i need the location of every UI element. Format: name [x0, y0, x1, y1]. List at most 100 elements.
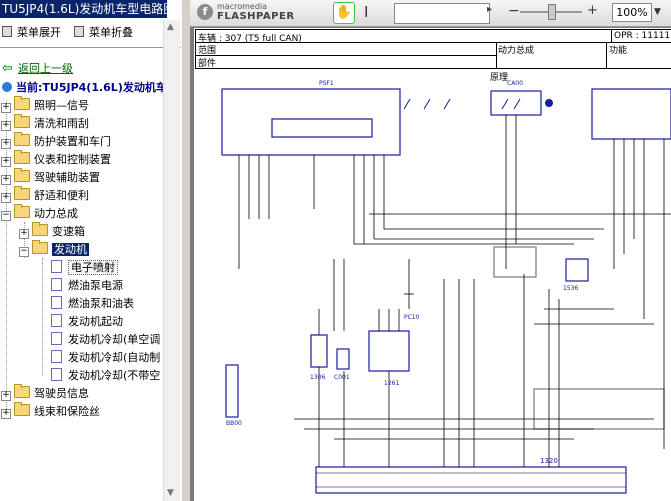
ecu-1320 [315, 466, 627, 494]
expand-icon[interactable]: + [1, 139, 11, 149]
label-bb00: BB00 [226, 420, 242, 427]
expand-icon[interactable]: + [1, 103, 11, 113]
tree-item-fuel-pump-gauge[interactable]: 燃油泵和油表 [51, 295, 134, 312]
text-select-button[interactable]: Ι [364, 3, 368, 21]
expand-icon[interactable]: + [1, 409, 11, 419]
label-pc10: PC10 [404, 314, 420, 321]
tree-item-protection[interactable]: + 防护装置和车门 [1, 132, 111, 150]
up-level-label: 返回上一级 [18, 62, 73, 75]
brand-name: FLASHPAPER [217, 11, 295, 22]
tree-item-wipers[interactable]: + 清洗和雨刮 [1, 114, 89, 132]
tree-item-driving-aids[interactable]: + 驾驶辅助装置 [1, 168, 100, 186]
tree-item-label: 发动机冷却(不带空 [68, 369, 161, 382]
expand-icon[interactable]: + [1, 157, 11, 167]
find-next-icon[interactable]: ▸ [487, 4, 499, 20]
tree-item-fuel-pump-power[interactable]: 燃油泵电源 [51, 277, 123, 294]
tree-item-driver-info[interactable]: + 驾驶员信息 [1, 384, 89, 402]
expand-all-button[interactable]: 菜单展开 [2, 26, 61, 40]
scroll-down-icon[interactable]: ▼ [167, 488, 174, 498]
label-1306: 1306 [310, 374, 325, 381]
expand-icon[interactable]: + [1, 175, 11, 185]
wiring-diagram[interactable]: PSF1 CA00 PC10 1536 1261 1306 C001 BB00 … [194, 69, 671, 501]
brand-small: macromedia [217, 2, 268, 11]
component-relay [493, 246, 537, 278]
flashpaper-logo-icon: f [197, 4, 213, 20]
tree-item-label: 燃油泵和油表 [68, 297, 134, 310]
tree-item-label: 发动机冷却(单空调 [68, 333, 161, 346]
fuse-box-psf1 [221, 88, 401, 156]
document-viewer: f macromedia FLASHPAPER ✋ Ι ▸ − + 100% ▼… [190, 0, 671, 501]
tree-item-label: 燃油泵电源 [68, 279, 123, 292]
tree-item-label: 发动机冷却(自动制 [68, 351, 161, 364]
up-level-link[interactable]: ⇦ 返回上一级 [2, 62, 73, 76]
nav-panel: TU5JP4(1.6L)发动机车型电路图 菜单展开 菜单折叠 ⇦ 返回上一级 当前… [0, 0, 181, 501]
zoom-value[interactable]: 100% [612, 3, 652, 22]
group-label: 动力总成 [498, 46, 535, 56]
tree-item-cooling-no-ac[interactable]: 发动机冷却(不带空 [51, 367, 160, 384]
tree-item-injection[interactable]: 电子喷射 [51, 259, 118, 276]
folder-icon [14, 402, 30, 416]
scroll-up-icon[interactable]: ▲ [167, 22, 174, 32]
tree-item-label: 发动机 [52, 243, 89, 256]
tree-item-cooling-auto[interactable]: 发动机冷却(自动制 [51, 349, 160, 366]
label-ca00: CA00 [507, 80, 523, 87]
expand-icon[interactable]: + [1, 193, 11, 203]
label-1261: 1261 [384, 380, 399, 387]
tree-item-instruments[interactable]: + 仪表和控制装置 [1, 150, 111, 168]
tree-item-comfort[interactable]: + 舒适和便利 [1, 186, 89, 204]
tree-item-label: 照明—信号 [34, 99, 89, 112]
tree-item-engine-start[interactable]: 发动机起动 [51, 313, 123, 330]
tree-item-powertrain[interactable]: − 动力总成 [1, 204, 78, 222]
hand-tool-button[interactable]: ✋ [333, 2, 355, 24]
tree-item-label: 驾驶员信息 [34, 387, 89, 400]
connector-bb00 [225, 364, 239, 418]
menu-collapse-icon [74, 26, 84, 37]
back-arrow-icon: ⇦ [2, 61, 13, 76]
label-1536: 1536 [563, 285, 578, 292]
zoom-in-button[interactable]: + [587, 3, 598, 18]
current-location-label: 当前:TU5JP4(1.6L)发动机车型 [16, 81, 178, 94]
collapse-icon[interactable]: − [1, 211, 11, 221]
folder-icon [14, 150, 30, 164]
component-1306 [310, 334, 328, 368]
component-right-box [591, 88, 671, 140]
current-location: 当前:TU5JP4(1.6L)发动机车型 [2, 81, 178, 95]
function-label: 功能 [609, 46, 628, 56]
search-input[interactable] [394, 3, 490, 24]
menu-expand-icon [2, 26, 12, 37]
tree-connector [42, 258, 43, 376]
collapse-all-label: 菜单折叠 [89, 26, 133, 39]
expand-icon[interactable]: + [1, 391, 11, 401]
left-scrollbar[interactable]: ▲ ▼ [163, 20, 180, 501]
document-icon [51, 350, 62, 363]
tree-item-engine[interactable]: − 发动机 [19, 240, 89, 258]
connector-dot [545, 99, 553, 107]
label-psf1: PSF1 [319, 80, 334, 87]
zoom-out-button[interactable]: − [508, 3, 520, 19]
label-c001: C001 [334, 374, 350, 381]
collapse-all-button[interactable]: 菜单折叠 [74, 26, 133, 40]
label-1320: 1320 [540, 457, 558, 465]
tree-item-harness-fuses[interactable]: + 线束和保险丝 [1, 402, 100, 420]
folder-icon [14, 384, 30, 398]
folder-icon [14, 96, 30, 110]
expand-icon[interactable]: + [1, 121, 11, 131]
tree-item-lighting[interactable]: + 照明—信号 [1, 96, 89, 114]
document-icon [51, 314, 62, 327]
tree-item-label: 舒适和便利 [34, 189, 89, 202]
relay-block [271, 118, 373, 138]
tree-item-label: 驾驶辅助装置 [34, 171, 100, 184]
expand-icon[interactable]: + [19, 229, 29, 239]
zoom-dropdown-icon[interactable]: ▼ [654, 7, 661, 17]
collapse-icon[interactable]: − [19, 247, 29, 257]
folder-icon [32, 222, 48, 236]
switch-symbol [501, 98, 521, 110]
tree-item-label: 防护装置和车门 [34, 135, 111, 148]
tree-item-gearbox[interactable]: + 变速箱 [19, 222, 85, 240]
switch-symbol [403, 98, 451, 110]
component-ca00 [490, 90, 542, 116]
zoom-slider-handle[interactable] [548, 4, 556, 20]
component-1536 [565, 258, 589, 282]
tree-item-cooling-single-ac[interactable]: 发动机冷却(单空调 [51, 331, 160, 348]
folder-icon [14, 186, 30, 200]
